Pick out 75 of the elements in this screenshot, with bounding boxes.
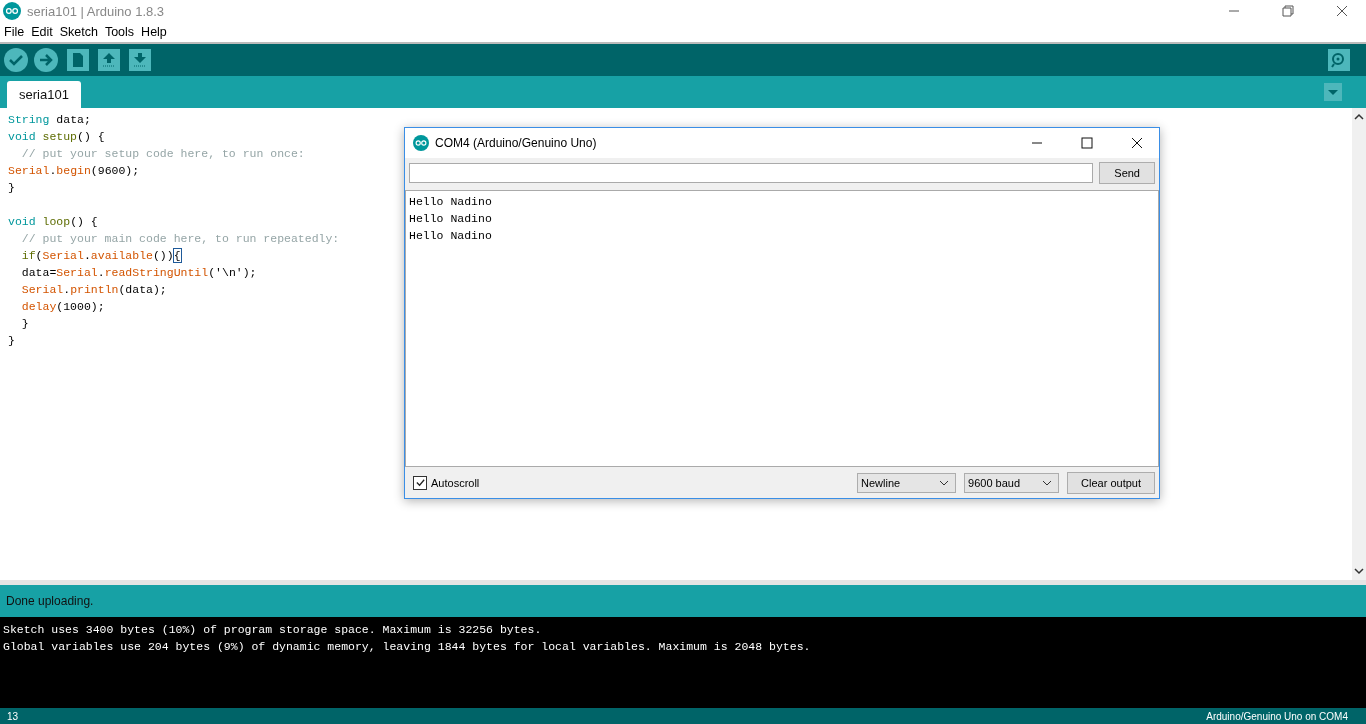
arduino-logo-icon [413, 135, 429, 151]
arrow-up-icon[interactable] [98, 49, 120, 71]
code-token: . [49, 164, 57, 177]
menu-item[interactable]: File [4, 25, 25, 39]
code-token: ('\n'); [208, 266, 257, 279]
scroll-up-icon[interactable] [1354, 112, 1364, 122]
code-token: readStringUntil [104, 266, 209, 279]
close-icon[interactable] [1336, 5, 1348, 17]
scrollbar[interactable] [1352, 108, 1366, 580]
code-token: ()) [152, 249, 174, 262]
arrow-right-icon[interactable] [34, 48, 58, 72]
checkmark-icon[interactable] [4, 48, 28, 72]
window-title: COM4 (Arduino/Genuino Uno) [435, 136, 597, 150]
checkbox[interactable] [413, 475, 427, 490]
menu-item[interactable]: Help [141, 25, 167, 39]
code-token: available [90, 249, 153, 262]
code-token: } [20, 317, 29, 330]
menu-item[interactable]: Edit [31, 25, 53, 39]
board-info: Arduino/Genuino Uno on COM4 [1206, 710, 1348, 722]
sketch-tab[interactable]: seria101 [7, 81, 81, 108]
code-token: Serial [8, 164, 50, 177]
code-token: void [8, 130, 36, 143]
code-token: loop [41, 215, 71, 228]
chevron-down-icon[interactable] [939, 479, 950, 486]
code-token: data; [55, 113, 91, 126]
code-token: void [8, 215, 36, 228]
code-token: if [20, 249, 36, 262]
document-icon[interactable] [67, 49, 89, 71]
code-token: String [8, 113, 50, 126]
code-token: setup [41, 130, 78, 143]
line-number: 13 [7, 710, 19, 722]
chevron-down-icon[interactable] [1042, 479, 1053, 486]
code-token: ( [35, 249, 43, 262]
console-line: Sketch uses 3400 bytes (10%) of program storage space. Maximum is 32256 bytes. [3, 622, 543, 638]
baud-rate-dropdown[interactable]: 9600 baud [964, 472, 1060, 493]
code-token: (9600); [90, 164, 140, 177]
code-token: } [8, 334, 15, 347]
menu-item[interactable]: Tools [104, 25, 135, 39]
status-message: Done uploading. [6, 594, 94, 608]
clear-output-button[interactable]: Clear output [1067, 471, 1155, 494]
maximize-icon[interactable] [1081, 137, 1093, 149]
code-token: // put your setup code here, to run once: [20, 147, 305, 160]
code-token: () { [70, 215, 98, 228]
console-line: Global variables use 204 bytes (9%) of dynamic memory, leaving 1844 bytes for local variables. Maximum is 2048 bytes. [3, 639, 812, 655]
code-token: } [8, 181, 15, 194]
magnifier-icon[interactable] [1328, 49, 1350, 71]
code-token: . [63, 283, 71, 296]
input-field[interactable] [409, 163, 1094, 183]
output-line: Hello Nadino [409, 212, 493, 227]
menu-item[interactable]: Sketch [59, 25, 98, 39]
window-title: seria101 | Arduino 1.8.3 [27, 3, 165, 19]
code-token: { [173, 249, 181, 262]
code-token: println [70, 283, 119, 296]
code-token: () { [77, 130, 105, 143]
code-token: Serial [20, 283, 64, 296]
code-token: (data); [118, 283, 167, 296]
code-token: (1000); [56, 300, 105, 313]
output-line: Hello Nadino [409, 229, 493, 244]
code-token: delay [20, 300, 57, 313]
code-token: // put your main code here, to run repeatedly: [20, 232, 340, 245]
close-icon[interactable] [1131, 137, 1143, 149]
code-token: data= [20, 266, 57, 279]
dropdown-icon[interactable] [1324, 83, 1342, 101]
scroll-down-icon[interactable] [1354, 566, 1364, 576]
code-token: begin [56, 164, 91, 177]
autoscroll-label[interactable]: Autoscroll [431, 476, 480, 489]
code-token: Serial [42, 249, 84, 262]
code-token: . [97, 266, 105, 279]
send-button[interactable]: Send [1099, 162, 1155, 184]
line-ending-dropdown[interactable]: Newline [857, 472, 957, 493]
output-line: Hello Nadino [409, 195, 493, 210]
arrow-down-icon[interactable] [129, 49, 151, 71]
code-token: Serial [56, 266, 98, 279]
code-token: . [83, 249, 91, 262]
restore-icon[interactable] [1282, 5, 1294, 17]
